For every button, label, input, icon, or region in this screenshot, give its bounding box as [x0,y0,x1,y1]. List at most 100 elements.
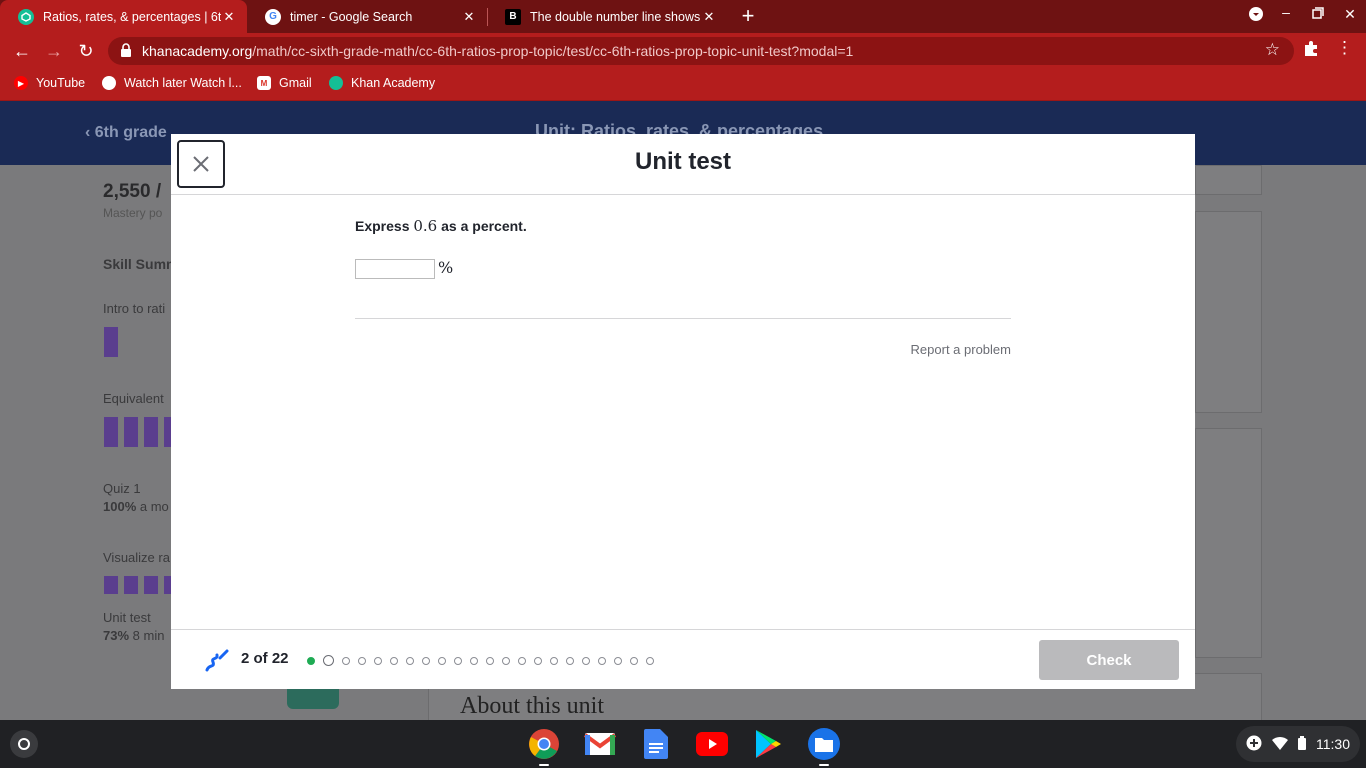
skill-item-detail: 73% 8 min [103,628,165,643]
gmail-icon: M [257,76,271,90]
scratchpad-icon[interactable] [203,648,229,674]
skill-progress-bars [104,576,178,594]
progress-dot [470,656,478,665]
progress-dot [582,656,590,665]
skill-progress-bars [104,327,118,357]
progress-dot [550,656,558,665]
app-running-indicator [539,764,549,766]
bookmarks-bar: ▶ YouTube Watch later Watch l... M Gmail… [0,69,1366,101]
skill-summary-heading: Skill Summ [103,256,179,272]
skill-item-title[interactable]: Equivalent [103,391,164,406]
status-tray[interactable]: 11:30 [1236,726,1360,762]
check-button[interactable]: Check [1039,640,1179,680]
url-path: /math/cc-sixth-grade-math/cc-6th-ratios-… [252,43,854,59]
content-card [1195,211,1262,413]
globe-icon [102,76,116,90]
question-divider [355,318,1011,319]
bookmark-star-icon[interactable]: ☆ [1265,40,1280,60]
files-icon[interactable] [808,728,840,760]
content-card [1195,428,1262,658]
skill-item-title[interactable]: Unit test [103,610,151,625]
progress-dot-complete [307,656,315,665]
close-tab-icon[interactable]: ✕ [701,9,717,25]
close-window-icon[interactable]: ✕ [1340,6,1360,23]
bookmark-khan-academy[interactable]: Khan Academy [329,76,435,90]
brainly-icon: B [505,8,521,25]
menu-icon[interactable]: ⋮ [1336,38,1353,58]
modal-header: Unit test [171,134,1195,195]
gmail-icon[interactable] [584,728,616,760]
progress-dot [486,656,494,665]
progress-dot-current [323,655,334,666]
khan-academy-icon [18,8,34,25]
skill-item-detail: 100% a mo [103,499,169,514]
progress-dot [390,656,398,665]
progress-dot [454,656,462,665]
wifi-icon [1272,736,1288,753]
skill-item-title[interactable]: Visualize ra [103,550,170,565]
progress-dot [358,656,366,665]
docs-icon[interactable] [640,728,672,760]
restore-icon[interactable] [1308,6,1328,22]
youtube-icon: ▶ [14,76,28,90]
progress-dot [438,656,446,665]
chrome-icon[interactable] [528,728,560,760]
bookmark-gmail[interactable]: M Gmail [257,76,312,90]
skill-item-title[interactable]: Intro to rati [103,301,165,316]
report-problem-link[interactable]: Report a problem [911,342,1011,357]
skill-item-title[interactable]: Quiz 1 [103,481,141,496]
khan-academy-icon [329,76,343,90]
forward-icon[interactable]: → [42,39,66,63]
modal-footer: 2 of 22 Check [171,629,1195,689]
back-icon[interactable]: ← [10,39,34,63]
about-heading: About this unit [460,693,605,719]
url-domain: khanacademy.org [142,43,253,59]
progress-dot [422,656,430,665]
unit-test-modal: Unit test Express 0.6 as a percent. % Re… [171,134,1195,689]
tab-title: Ratios, rates, & percentages | 6th [43,9,221,24]
progress-dot [630,656,638,665]
question-number: 0.6 [413,217,438,235]
progress-text: 2 of 22 [241,650,289,667]
progress-dot [614,656,622,665]
bookmark-youtube[interactable]: ▶ YouTube [14,76,85,90]
battery-icon [1298,735,1306,753]
bookmark-label: Gmail [279,76,312,90]
google-icon: G [265,8,281,25]
minimize-icon[interactable]: – [1276,4,1296,20]
extensions-icon[interactable] [1302,40,1320,63]
reload-icon[interactable]: ↻ [74,39,98,63]
url-text: khanacademy.org/math/cc-sixth-grade-math… [142,43,853,59]
progress-dot [566,656,574,665]
breadcrumb[interactable]: ‹ 6th grade [85,124,167,142]
youtube-icon[interactable] [696,728,728,760]
answer-input[interactable] [355,259,435,279]
close-modal-button[interactable] [177,140,225,188]
new-tab-button[interactable]: + [737,4,759,28]
progress-dot [342,656,350,665]
progress-dot [598,656,606,665]
close-icon [193,156,209,172]
address-bar[interactable]: khanacademy.org/math/cc-sixth-grade-math… [108,37,1294,65]
tab-khan-academy[interactable]: Ratios, rates, & percentages | 6th ✕ [0,0,247,33]
modal-title: Unit test [635,148,731,175]
bookmark-watch-later[interactable]: Watch later Watch l... [102,76,242,90]
bookmark-label: YouTube [36,76,86,90]
close-tab-icon[interactable]: ✕ [221,9,237,25]
close-tab-icon[interactable]: ✕ [461,9,477,25]
progress-dot [502,656,510,665]
tab-search-icon[interactable] [1246,6,1266,25]
app-running-indicator [819,764,829,766]
lock-icon [120,43,134,59]
launcher-button[interactable] [10,730,38,758]
skill-progress-bars [104,417,178,447]
tab-brainly[interactable]: B The double number line shows th ✕ [487,0,727,33]
tab-google-search[interactable]: G timer - Google Search ✕ [247,0,487,33]
play-store-icon[interactable] [752,728,784,760]
progress-dot [374,656,382,665]
percent-sign: % [438,258,454,277]
tab-strip: Ratios, rates, & percentages | 6th ✕ G t… [0,0,1366,33]
question-text: Express 0.6 as a percent. [355,217,527,235]
tab-title: timer - Google Search [290,9,413,24]
progress-dot [406,656,414,665]
